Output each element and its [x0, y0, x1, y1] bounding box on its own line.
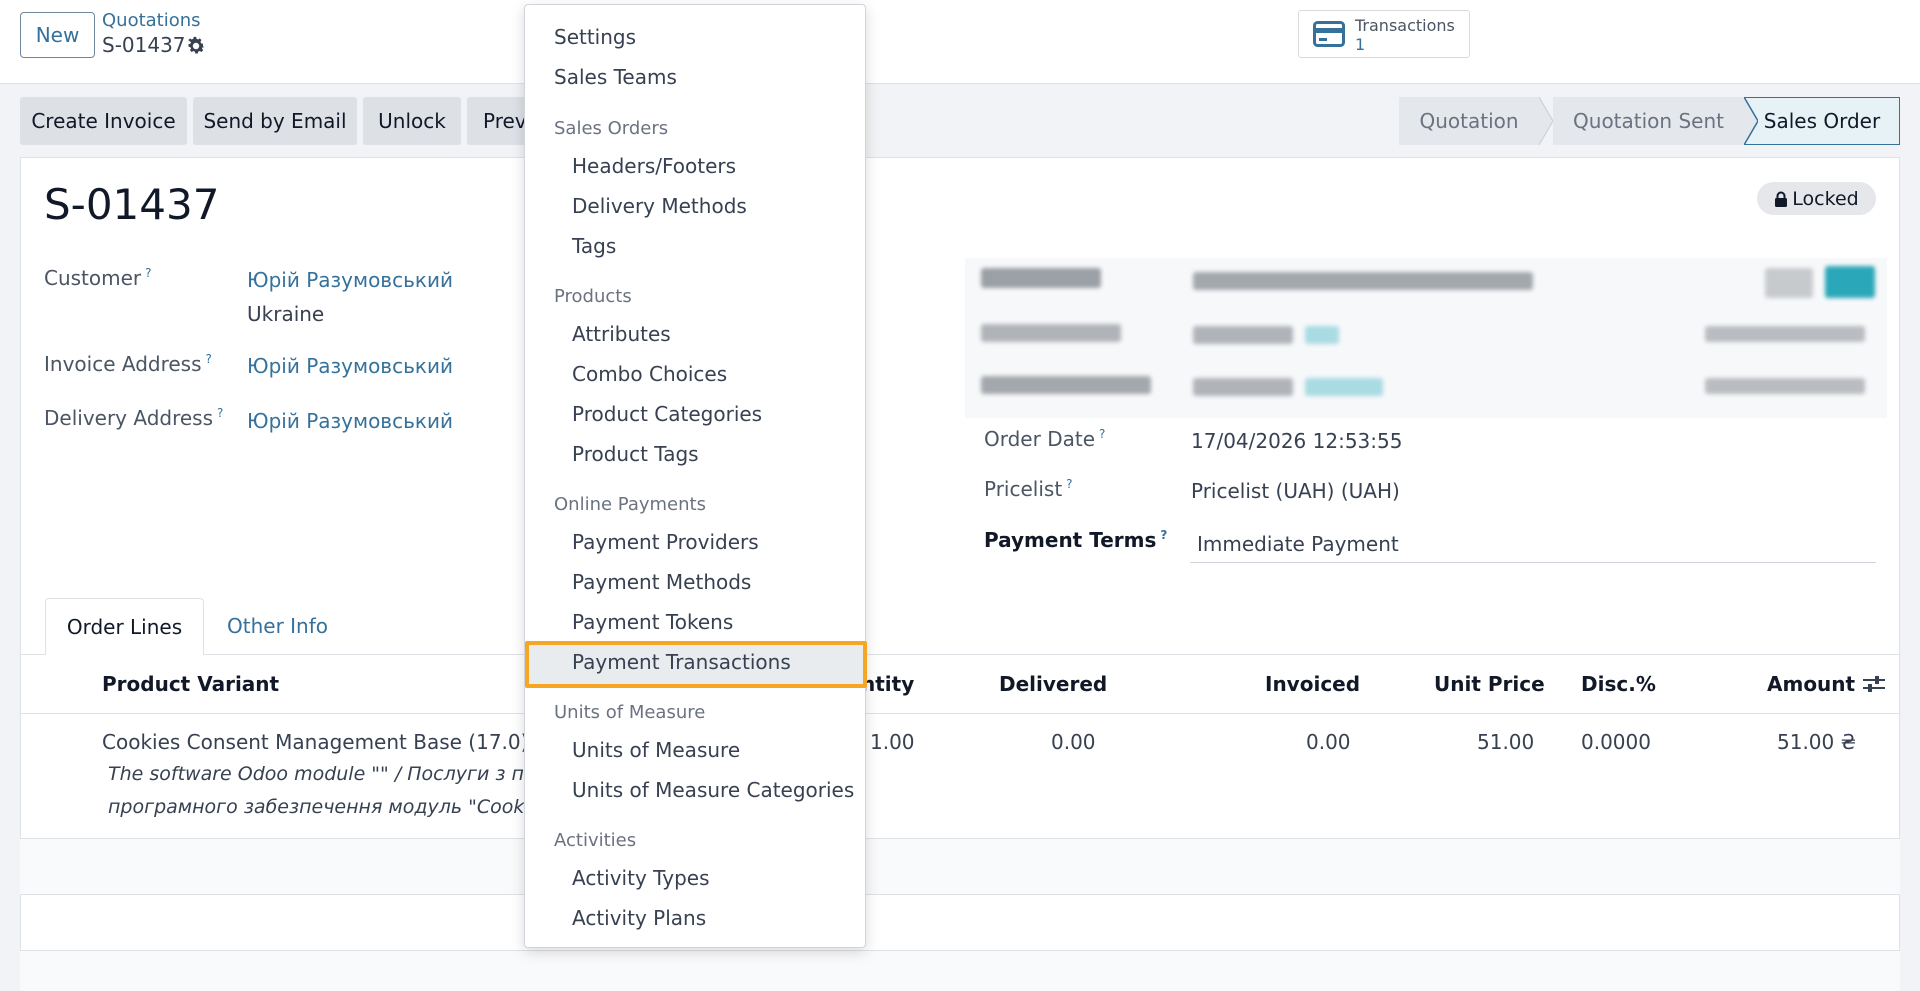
menu-item-sales-teams[interactable]: Sales Teams	[554, 65, 677, 89]
menu-item-combo-choices[interactable]: Combo Choices	[572, 362, 727, 386]
lock-icon	[1775, 191, 1788, 207]
menu-item-attributes[interactable]: Attributes	[572, 322, 671, 346]
credit-card-icon	[1313, 21, 1345, 47]
table-header-border	[20, 713, 1900, 714]
status-separator	[1539, 97, 1553, 145]
menu-section-units-of-measure: Units of Measure	[554, 702, 706, 723]
row-product[interactable]: Cookies Consent Management Base (17.0)	[102, 730, 528, 754]
smart-button-label: Transactions	[1355, 16, 1455, 35]
payment-terms-underline	[1190, 562, 1876, 563]
order-date-label: Order Date?	[984, 427, 1105, 451]
status-sales-order[interactable]: Sales Order	[1744, 97, 1900, 145]
gear-icon[interactable]	[185, 35, 207, 57]
status-bar: Quotation Quotation Sent Sales Order	[1399, 97, 1900, 145]
configuration-dropdown-menu: Settings Sales Teams Sales Orders Header…	[524, 4, 867, 948]
row-amount[interactable]: 51.00 ₴	[1777, 730, 1856, 754]
menu-item-activity-types[interactable]: Activity Types	[572, 866, 710, 890]
breadcrumb-parent[interactable]: Quotations	[102, 10, 201, 31]
menu-item-payment-providers[interactable]: Payment Providers	[572, 530, 759, 554]
col-header-unit-price[interactable]: Unit Price	[1434, 672, 1545, 696]
row-description-line: програмного забезпечення модуль "Cookies…	[108, 796, 571, 818]
row-delivered[interactable]: 0.00	[1051, 730, 1096, 754]
payment-terms-label-text: Payment Terms	[984, 528, 1157, 552]
col-header-delivered[interactable]: Delivered	[999, 672, 1107, 696]
row-divider	[20, 894, 1900, 895]
row-invoiced[interactable]: 0.00	[1306, 730, 1351, 754]
status-quotation[interactable]: Quotation	[1399, 97, 1539, 145]
row-description-line: The software Odoo module "" / Послуги з …	[108, 763, 559, 785]
menu-item-settings[interactable]: Settings	[554, 25, 636, 49]
locked-badge-label: Locked	[1792, 187, 1859, 210]
menu-item-units-of-measure[interactable]: Units of Measure	[572, 738, 740, 762]
new-button[interactable]: New	[20, 12, 95, 58]
customer-label: Customer?	[44, 266, 152, 290]
create-invoice-button[interactable]: Create Invoice	[20, 97, 187, 145]
row-discount[interactable]: 0.0000	[1581, 730, 1651, 754]
status-separator	[1744, 97, 1758, 145]
empty-table-row	[20, 951, 1900, 991]
help-icon[interactable]: ?	[1160, 528, 1167, 542]
customer-value[interactable]: Юрій Разумовський	[247, 268, 453, 292]
row-unit-price[interactable]: 51.00	[1477, 730, 1534, 754]
col-header-product[interactable]: Product Variant	[102, 672, 279, 696]
breadcrumb-current: S-01437	[102, 33, 186, 57]
delivery-address-value[interactable]: Юрій Разумовський	[247, 409, 453, 433]
pricelist-label-text: Pricelist	[984, 477, 1063, 501]
tab-other-info[interactable]: Other Info	[227, 614, 328, 638]
order-date-label-text: Order Date	[984, 427, 1095, 451]
menu-item-product-tags[interactable]: Product Tags	[572, 442, 699, 466]
blurred-fields	[965, 258, 1887, 418]
send-by-email-button[interactable]: Send by Email	[193, 97, 357, 145]
menu-item-activity-plans[interactable]: Activity Plans	[572, 906, 706, 930]
help-icon[interactable]: ?	[1066, 477, 1072, 491]
menu-item-tags[interactable]: Tags	[572, 234, 616, 258]
payment-terms-field[interactable]: Immediate Payment	[1197, 532, 1399, 556]
order-date-value: 17/04/2026 12:53:55	[1191, 429, 1403, 453]
invoice-address-label: Invoice Address?	[44, 352, 212, 376]
record-title: S-01437	[44, 180, 220, 229]
payment-terms-label: Payment Terms?	[984, 528, 1167, 552]
menu-item-payment-tokens[interactable]: Payment Tokens	[572, 610, 733, 634]
menu-item-delivery-methods[interactable]: Delivery Methods	[572, 194, 747, 218]
customer-label-text: Customer	[44, 266, 142, 290]
help-icon[interactable]: ?	[217, 406, 223, 420]
menu-section-online-payments: Online Payments	[554, 494, 706, 515]
menu-item-payment-methods[interactable]: Payment Methods	[572, 570, 751, 594]
status-quotation-sent[interactable]: Quotation Sent	[1553, 97, 1744, 145]
column-settings-icon[interactable]	[1862, 674, 1886, 694]
menu-section-products: Products	[554, 286, 632, 307]
customer-country: Ukraine	[247, 302, 325, 326]
col-header-invoiced[interactable]: Invoiced	[1265, 672, 1360, 696]
menu-item-headers-footers[interactable]: Headers/Footers	[572, 154, 736, 178]
menu-section-sales-orders: Sales Orders	[554, 118, 669, 139]
delivery-address-label: Delivery Address?	[44, 406, 223, 430]
menu-item-payment-transactions[interactable]: Payment Transactions	[572, 650, 791, 674]
transactions-smart-button[interactable]: Transactions 1	[1298, 10, 1470, 58]
col-header-amount[interactable]: Amount	[1767, 672, 1855, 696]
tabs-border	[20, 654, 1900, 655]
unlock-button[interactable]: Unlock	[363, 97, 461, 145]
help-icon[interactable]: ?	[1099, 427, 1105, 441]
delivery-address-label-text: Delivery Address	[44, 406, 214, 430]
menu-item-uom-categories[interactable]: Units of Measure Categories	[572, 778, 854, 802]
smart-button-value: 1	[1355, 35, 1366, 54]
tab-order-lines[interactable]: Order Lines	[45, 598, 204, 655]
col-header-disc[interactable]: Disc.%	[1581, 672, 1656, 696]
locked-badge: Locked	[1757, 182, 1876, 215]
menu-item-product-categories[interactable]: Product Categories	[572, 402, 762, 426]
col-header-quantity[interactable]: ntity	[861, 672, 914, 696]
menu-section-activities: Activities	[554, 830, 637, 851]
control-panel	[0, 0, 1920, 84]
help-icon[interactable]: ?	[206, 352, 212, 366]
pricelist-value: Pricelist (UAH) (UAH)	[1191, 479, 1400, 503]
empty-table-row	[20, 839, 1900, 894]
row-quantity[interactable]: 1.00	[870, 730, 915, 754]
invoice-address-value[interactable]: Юрій Разумовський	[247, 354, 453, 378]
pricelist-label: Pricelist?	[984, 477, 1073, 501]
help-icon[interactable]: ?	[145, 266, 151, 280]
invoice-address-label-text: Invoice Address	[44, 352, 202, 376]
